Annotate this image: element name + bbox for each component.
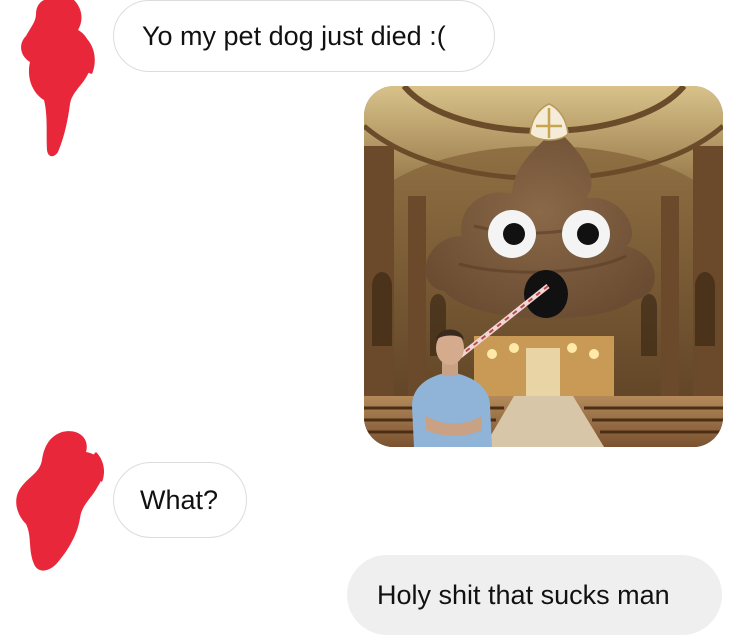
incoming-message-bubble[interactable]: Yo my pet dog just died :(	[113, 0, 495, 72]
outgoing-message-bubble[interactable]: Holy shit that sucks man	[347, 555, 722, 635]
chat-screen: Yo my pet dog just died :(What? Holy sh…	[0, 0, 750, 638]
message-text: Yo my pet dog just died :(	[142, 20, 446, 51]
redacted-avatar	[16, 431, 104, 571]
redacted-avatar	[21, 0, 95, 157]
incoming-message-bubble[interactable]: What?	[113, 462, 247, 538]
message-text: Holy shit that sucks man	[377, 579, 670, 610]
message-text: What?	[140, 484, 219, 515]
photo-icon	[364, 86, 723, 447]
outgoing-image-message[interactable]	[364, 86, 723, 447]
